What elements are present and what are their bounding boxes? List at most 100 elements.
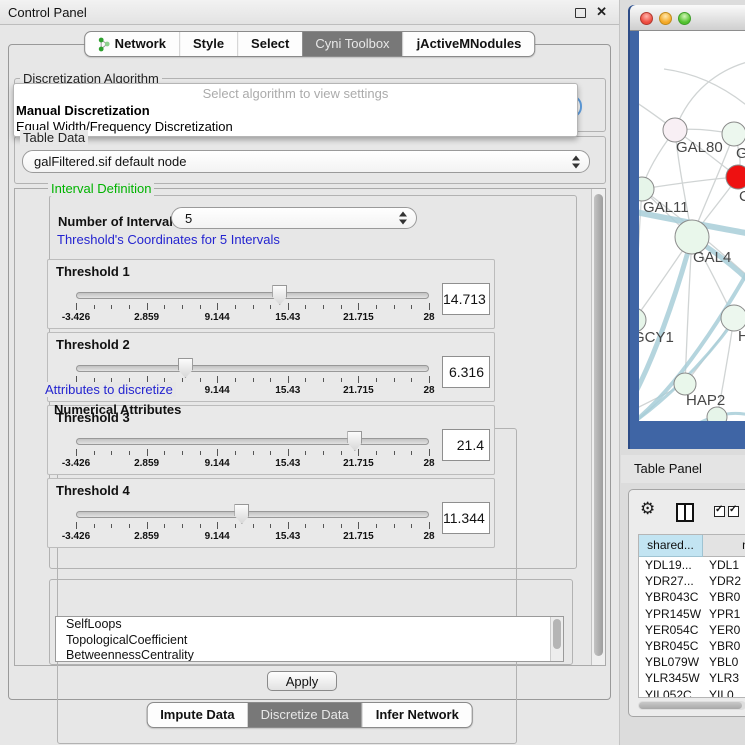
scrollbar-thumb[interactable] xyxy=(594,194,603,656)
list-scrollbar[interactable] xyxy=(550,617,563,661)
attribute-item-selfloops[interactable]: SelfLoops xyxy=(56,617,563,633)
slider-tick xyxy=(200,378,201,382)
tab-label: Cyni Toolbox xyxy=(315,32,389,56)
slider-tick xyxy=(288,522,289,529)
combo-spinner-icon[interactable] xyxy=(399,212,407,225)
slider-tick xyxy=(129,524,130,528)
table-rows: YDL19...YDL1YDR27...YDR2YBR043CYBR0YPR14… xyxy=(639,557,745,698)
network-edge[interactable] xyxy=(642,177,738,189)
slider-tick xyxy=(270,451,271,455)
slider-tick xyxy=(253,524,254,528)
tab-impute-data[interactable]: Impute Data xyxy=(147,703,247,727)
threshold-label: Threshold 1 xyxy=(56,264,130,279)
slider-tick xyxy=(429,303,430,310)
table-row[interactable]: YDL19...YDL1 xyxy=(639,557,745,573)
tab-style[interactable]: Style xyxy=(179,32,237,56)
network-node-gal11[interactable] xyxy=(639,177,654,201)
minimize-traffic-icon[interactable] xyxy=(659,12,672,25)
slider-tick xyxy=(411,451,412,455)
slider-tick xyxy=(376,451,377,455)
close-icon[interactable] xyxy=(596,0,607,24)
tab-jactivemnodules[interactable]: jActiveMNodules xyxy=(403,32,535,56)
table-row[interactable]: YBL079WYBL0 xyxy=(639,654,745,670)
popup-option-manual-discretization[interactable]: Manual Discretization xyxy=(14,103,577,119)
table-cell: YBL079W xyxy=(639,654,703,670)
node-label-hap2: HAP2 xyxy=(686,392,725,409)
slider-tick xyxy=(394,305,395,309)
node-label-gal4: GAL4 xyxy=(693,249,731,266)
tab-cyni-toolbox[interactable]: Cyni Toolbox xyxy=(302,32,402,56)
network-edge[interactable] xyxy=(639,189,642,320)
attribute-item-topologicalcoefficient[interactable]: TopologicalCoefficient xyxy=(56,633,563,649)
slider-tick xyxy=(235,378,236,382)
column-header-name[interactable]: n xyxy=(703,535,745,557)
threshold-value-field[interactable]: 6.316 xyxy=(442,356,490,388)
slider-tick-label: 15.43 xyxy=(275,385,300,396)
gear-icon[interactable] xyxy=(640,499,655,519)
network-edge[interactable] xyxy=(664,69,745,109)
slider-tick xyxy=(376,305,377,309)
tab-network[interactable]: Network xyxy=(85,32,179,56)
node-attribute-table[interactable]: shared... n YDL19...YDL1YDR27...YDR2YBR0… xyxy=(638,534,745,698)
slider-tick xyxy=(288,449,289,456)
slider-track[interactable] xyxy=(76,438,429,445)
threshold-value-field[interactable]: 14.713 xyxy=(442,283,490,315)
table-cell: YBR043C xyxy=(639,589,703,605)
table-cell: YIL0 xyxy=(703,687,745,699)
network-canvas[interactable]: GAL80GACGAL11GAL4GCY1HHAP2 xyxy=(639,31,745,421)
attribute-item-betweennesscentrality[interactable]: BetweennessCentrality xyxy=(56,648,563,662)
table-header-row: shared... n xyxy=(639,535,745,557)
split-column-icon[interactable] xyxy=(676,503,694,522)
slider-track[interactable] xyxy=(76,365,429,372)
network-node-c[interactable] xyxy=(726,165,745,189)
tab-select[interactable]: Select xyxy=(237,32,302,56)
table-row[interactable]: YIL052CYIL0 xyxy=(639,687,745,699)
slider-thumb[interactable] xyxy=(178,358,193,378)
table-data-combobox[interactable]: galFiltered.sif default node xyxy=(22,150,590,173)
table-cell: YLR345W xyxy=(639,670,703,686)
network-node-ga[interactable] xyxy=(722,122,745,146)
slider-tick xyxy=(429,376,430,383)
popup-option-equal-width-frequency-discretization[interactable]: Equal Width/Frequency Discretization xyxy=(14,119,577,135)
table-row[interactable]: YPR145WYPR1 xyxy=(639,606,745,622)
table-row[interactable]: YDR27...YDR2 xyxy=(639,573,745,589)
table-panel-titlebar: Table Panel xyxy=(621,455,745,483)
checkbox-icon[interactable] xyxy=(728,506,739,517)
slider-track[interactable] xyxy=(76,511,429,518)
slider-thumb[interactable] xyxy=(347,431,362,451)
slider-track[interactable] xyxy=(76,292,429,299)
network-node-unlabeled[interactable] xyxy=(707,407,727,421)
slider-thumb[interactable] xyxy=(272,285,287,305)
control-panel: Control Panel NetworkStyleSelect Cyni Too… xyxy=(0,0,620,745)
combo-spinner-icon[interactable] xyxy=(572,155,580,168)
table-row[interactable]: YBR043CYBR0 xyxy=(639,589,745,605)
column-header-shared[interactable]: shared... xyxy=(639,535,703,557)
threshold-value-field[interactable]: 11.344 xyxy=(442,502,490,534)
threshold-value-field[interactable]: 21.4 xyxy=(442,429,490,461)
tab-infer-network[interactable]: Infer Network xyxy=(362,703,472,727)
close-traffic-icon[interactable] xyxy=(640,12,653,25)
scrollbar-thumb[interactable] xyxy=(639,702,742,709)
zoom-traffic-icon[interactable] xyxy=(678,12,691,25)
slider-tick xyxy=(94,451,95,455)
slider-tick-labels: -3.4262.8599.14415.4321.71528 xyxy=(76,458,429,470)
float-window-icon[interactable] xyxy=(575,8,586,18)
network-edge[interactable] xyxy=(675,61,745,130)
slider-tick xyxy=(394,451,395,455)
table-cell: YDL1 xyxy=(703,557,745,573)
table-row[interactable]: YBR045CYBR0 xyxy=(639,638,745,654)
table-row[interactable]: YER054CYER0 xyxy=(639,622,745,638)
slider-thumb[interactable] xyxy=(234,504,249,524)
horizontal-scrollbar[interactable] xyxy=(638,701,745,710)
control-panel-titlebar: Control Panel xyxy=(0,0,619,25)
tab-discretize-data[interactable]: Discretize Data xyxy=(248,703,362,727)
apply-button[interactable]: Apply xyxy=(267,671,337,691)
node-label-h: H xyxy=(738,328,745,345)
checkbox-icon[interactable] xyxy=(714,506,725,517)
slider-tick xyxy=(305,524,306,528)
vertical-scrollbar[interactable] xyxy=(591,189,605,665)
table-row[interactable]: YLR345WYLR3 xyxy=(639,670,745,686)
scrollbar-thumb[interactable] xyxy=(553,619,561,649)
number-of-intervals-combobox[interactable]: 5 xyxy=(171,207,417,229)
numerical-attributes-list[interactable]: SelfLoopsTopologicalCoefficientBetweenne… xyxy=(55,616,564,662)
